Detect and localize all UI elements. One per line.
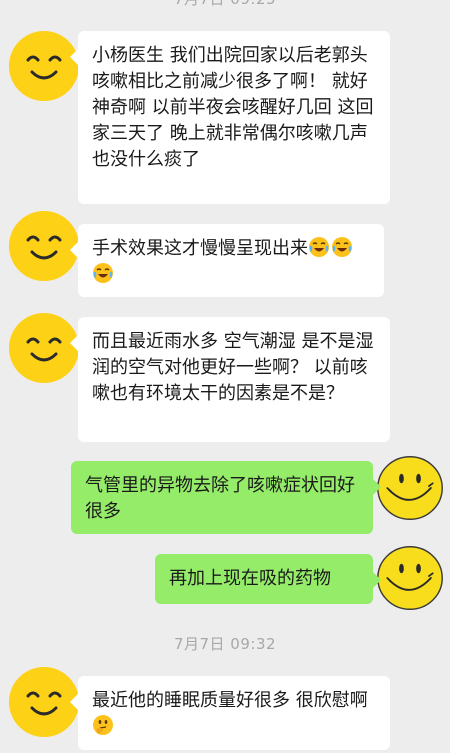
smiley-face-icon	[9, 31, 79, 101]
hand-drawn-smiley-icon	[377, 456, 443, 520]
timestamp-mid: 7月7日 09:32	[173, 635, 277, 653]
message-text: 气管里的异物去除了咳嗽症状回好很多	[85, 475, 355, 522]
message-bubble[interactable]: 气管里的异物去除了咳嗽症状回好很多	[71, 461, 381, 534]
timestamp-top: 7月7日 09:25	[0, 0, 450, 9]
message-text: 手术效果这才慢慢呈现出来	[92, 238, 308, 259]
message-bubble[interactable]: 手术效果这才慢慢呈现出来	[70, 224, 384, 297]
message-bubble[interactable]: 再加上现在吸的药物	[155, 554, 381, 604]
tears-of-joy-emoji-icon	[309, 237, 329, 257]
self-avatar[interactable]	[374, 452, 446, 524]
message-text: 再加上现在吸的药物	[169, 568, 331, 589]
hand-drawn-smiley-icon	[377, 546, 443, 610]
message-text: 小杨医生 我们出院回家以后老郭头咳嗽相比之前减少很多了啊！ 就好神奇啊 以前半夜…	[92, 45, 374, 170]
message-bubble[interactable]: 最近他的睡眠质量好很多 很欣慰啊	[70, 676, 390, 750]
message-bubble[interactable]: 小杨医生 我们出院回家以后老郭头咳嗽相比之前减少很多了啊！ 就好神奇啊 以前半夜…	[70, 31, 390, 204]
contact-avatar[interactable]	[6, 28, 82, 104]
tears-of-joy-emoji-icon	[332, 237, 352, 257]
message-text: 最近他的睡眠质量好很多 很欣慰啊	[92, 690, 368, 711]
message-bubble[interactable]: 而且最近雨水多 空气潮湿 是不是湿润的空气对他更好一些啊？ 以前咳嗽也有环境太干…	[70, 317, 390, 442]
self-avatar[interactable]	[374, 542, 446, 614]
thinking-emoji-icon	[93, 715, 113, 735]
message-text: 而且最近雨水多 空气潮湿 是不是湿润的空气对他更好一些啊？ 以前咳嗽也有环境太干…	[92, 331, 374, 404]
tears-of-joy-emoji-icon	[93, 263, 113, 283]
